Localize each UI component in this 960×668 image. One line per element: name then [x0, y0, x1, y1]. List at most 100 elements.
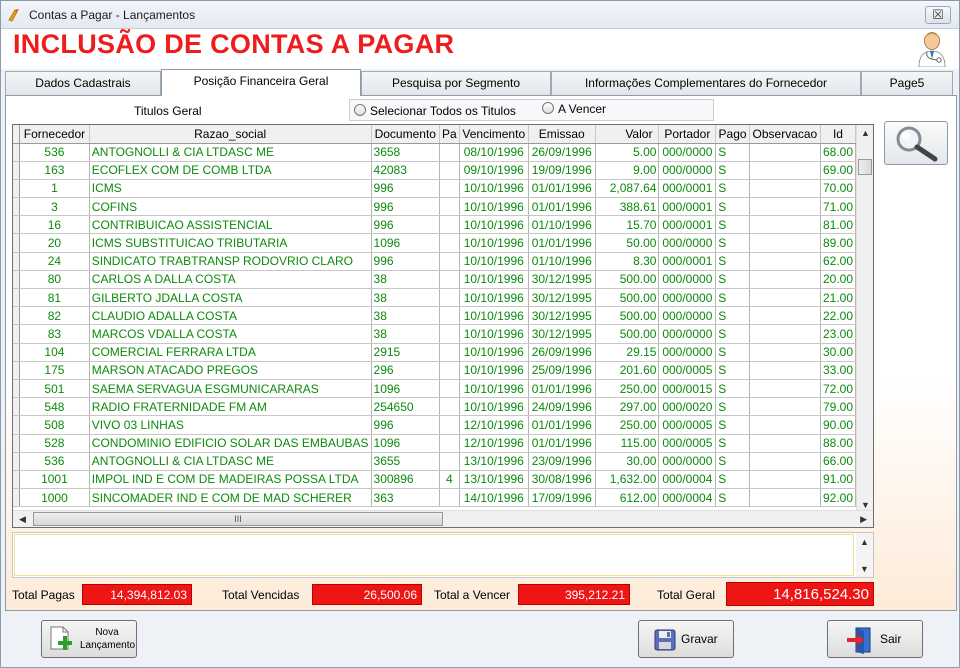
table-cell[interactable]: 8.30 — [595, 252, 660, 271]
table-cell[interactable]: 1096 — [371, 233, 441, 253]
table-cell[interactable]: 500.00 — [595, 324, 660, 344]
table-cell[interactable]: 92.00 — [820, 488, 856, 508]
table-cell[interactable]: 000/0005 — [658, 361, 717, 380]
table-cell[interactable]: CONDOMINIO EDIFICIO SOLAR DAS EMBAUBAS — [89, 434, 372, 453]
table-cell[interactable]: SINDICATO TRABTRANSP RODOVRIO CLARO — [89, 252, 372, 271]
table-cell[interactable] — [749, 252, 821, 271]
table-cell[interactable]: 5.00 — [595, 143, 660, 162]
table-cell[interactable] — [749, 161, 821, 180]
table-cell[interactable]: 4 — [439, 470, 460, 490]
table-cell[interactable]: S — [715, 197, 750, 217]
table-cell[interactable]: 500.00 — [595, 288, 660, 308]
table-row[interactable]: 1001 IMPOL IND E COM DE MADEIRAS POSSA LT… — [13, 470, 856, 490]
table-cell[interactable]: 14/10/1996 — [459, 488, 529, 508]
vertical-scroll-thumb[interactable] — [858, 159, 872, 175]
table-cell[interactable]: 175 — [19, 361, 90, 380]
table-cell[interactable]: 16 — [19, 215, 90, 235]
table-cell[interactable]: 68.00 — [820, 143, 856, 162]
table-cell[interactable]: 000/0000 — [658, 343, 717, 362]
table-cell[interactable] — [749, 361, 821, 380]
table-cell[interactable]: 12/10/1996 — [459, 434, 529, 453]
table-cell[interactable]: 15.70 — [595, 215, 660, 235]
table-cell[interactable]: 500.00 — [595, 270, 660, 290]
table-cell[interactable]: S — [715, 397, 750, 417]
table-cell[interactable]: 10/10/1996 — [459, 397, 529, 417]
table-cell[interactable]: 250.00 — [595, 415, 660, 435]
table-cell[interactable] — [439, 343, 460, 362]
table-cell[interactable]: COMERCIAL FERRARA LTDA — [89, 343, 372, 362]
grid-horizontal-scrollbar[interactable]: ◀ III ▶ — [13, 510, 873, 527]
table-row[interactable]: 104 COMERCIAL FERRARA LTDA 2915 10/10/1996 2… — [13, 343, 856, 362]
notes-area[interactable]: ▲ ▼ — [12, 532, 874, 578]
table-cell[interactable]: 24 — [19, 252, 90, 271]
table-cell[interactable] — [439, 288, 460, 308]
table-cell[interactable]: 508 — [19, 415, 90, 435]
table-cell[interactable]: 79.00 — [820, 397, 856, 417]
table-cell[interactable]: 163 — [19, 161, 90, 180]
table-cell[interactable]: 996 — [371, 415, 441, 435]
table-cell[interactable] — [439, 361, 460, 380]
table-cell[interactable] — [749, 215, 821, 235]
table-row[interactable]: 536 ANTOGNOLLI & CIA LTDASC ME 3658 08/10/1… — [13, 143, 856, 162]
notes-scroll-down-icon[interactable]: ▼ — [860, 564, 869, 574]
table-cell[interactable] — [749, 434, 821, 453]
col-valor[interactable]: Valor — [595, 125, 660, 144]
table-cell[interactable]: 01/01/1996 — [528, 233, 596, 253]
table-row[interactable]: 1000 SINCOMADER IND E COM DE MAD SCHERER 3… — [13, 488, 856, 508]
titles-grid[interactable]: Fornecedor Razao_social Documento Pa Ven… — [12, 124, 874, 528]
novo-lancamento-button[interactable]: Nova Lançamento — [41, 620, 137, 658]
table-cell[interactable]: 10/10/1996 — [459, 361, 529, 380]
table-cell[interactable] — [749, 415, 821, 435]
table-cell[interactable]: 104 — [19, 343, 90, 362]
table-cell[interactable] — [439, 324, 460, 344]
row-indicator[interactable] — [13, 470, 21, 490]
table-cell[interactable]: 10/10/1996 — [459, 252, 529, 271]
table-cell[interactable]: ICMS SUBSTITUICAO TRIBUTARIA — [89, 233, 372, 253]
table-cell[interactable]: 996 — [371, 252, 441, 271]
table-cell[interactable]: 20 — [19, 233, 90, 253]
table-cell[interactable]: RADIO FRATERNIDADE FM AM — [89, 397, 372, 417]
row-indicator[interactable] — [13, 197, 21, 217]
col-portador[interactable]: Portador — [658, 125, 717, 144]
table-cell[interactable] — [749, 452, 821, 471]
table-cell[interactable]: 25/09/1996 — [528, 361, 596, 380]
table-cell[interactable]: 10/10/1996 — [459, 233, 529, 253]
table-cell[interactable]: 26/09/1996 — [528, 143, 596, 162]
table-cell[interactable]: ANTOGNOLLI & CIA LTDASC ME — [89, 143, 372, 162]
table-cell[interactable]: S — [715, 179, 750, 199]
table-cell[interactable]: 24/09/1996 — [528, 397, 596, 417]
row-indicator[interactable] — [13, 488, 21, 508]
table-cell[interactable]: 01/01/1996 — [528, 197, 596, 217]
horizontal-scroll-thumb[interactable]: III — [33, 512, 443, 526]
table-cell[interactable]: 1001 — [19, 470, 90, 490]
table-row[interactable]: 508 VIVO 03 LINHAS 996 12/10/1996 01/01/1996… — [13, 415, 856, 435]
row-indicator[interactable] — [13, 161, 21, 180]
col-vencimento[interactable]: Vencimento — [459, 125, 529, 144]
table-cell[interactable]: S — [715, 452, 750, 471]
table-row[interactable]: 1 ICMS 996 10/10/1996 01/01/1996 2,087.64 000/… — [13, 179, 856, 199]
table-cell[interactable]: 82 — [19, 306, 90, 326]
table-cell[interactable]: ANTOGNOLLI & CIA LTDASC ME — [89, 452, 372, 471]
table-cell[interactable]: COFINS — [89, 197, 372, 217]
table-cell[interactable]: 388.61 — [595, 197, 660, 217]
table-cell[interactable] — [749, 324, 821, 344]
table-row[interactable]: 528 CONDOMINIO EDIFICIO SOLAR DAS EMBAUBA… — [13, 434, 856, 453]
table-cell[interactable]: GILBERTO JDALLA COSTA — [89, 288, 372, 308]
tab-informacoes-fornecedor[interactable]: Informações Complementares do Fornecedor — [551, 71, 861, 95]
table-cell[interactable]: S — [715, 161, 750, 180]
table-cell[interactable]: 50.00 — [595, 233, 660, 253]
notes-scrollbar[interactable]: ▲ ▼ — [856, 533, 873, 577]
radio-select-all[interactable] — [354, 104, 366, 116]
table-cell[interactable]: 29.15 — [595, 343, 660, 362]
table-cell[interactable]: 88.00 — [820, 434, 856, 453]
table-cell[interactable]: S — [715, 488, 750, 508]
table-cell[interactable] — [439, 233, 460, 253]
table-row[interactable]: 536 ANTOGNOLLI & CIA LTDASC ME 3655 13/10/1… — [13, 452, 856, 471]
table-cell[interactable] — [749, 270, 821, 290]
table-cell[interactable]: 250.00 — [595, 379, 660, 399]
col-observacao[interactable]: Observacao — [749, 125, 821, 144]
table-cell[interactable]: S — [715, 233, 750, 253]
table-cell[interactable]: 66.00 — [820, 452, 856, 471]
table-row[interactable]: 16 CONTRIBUICAO ASSISTENCIAL 996 10/10/1996… — [13, 215, 856, 235]
table-cell[interactable]: CARLOS A DALLA COSTA — [89, 270, 372, 290]
